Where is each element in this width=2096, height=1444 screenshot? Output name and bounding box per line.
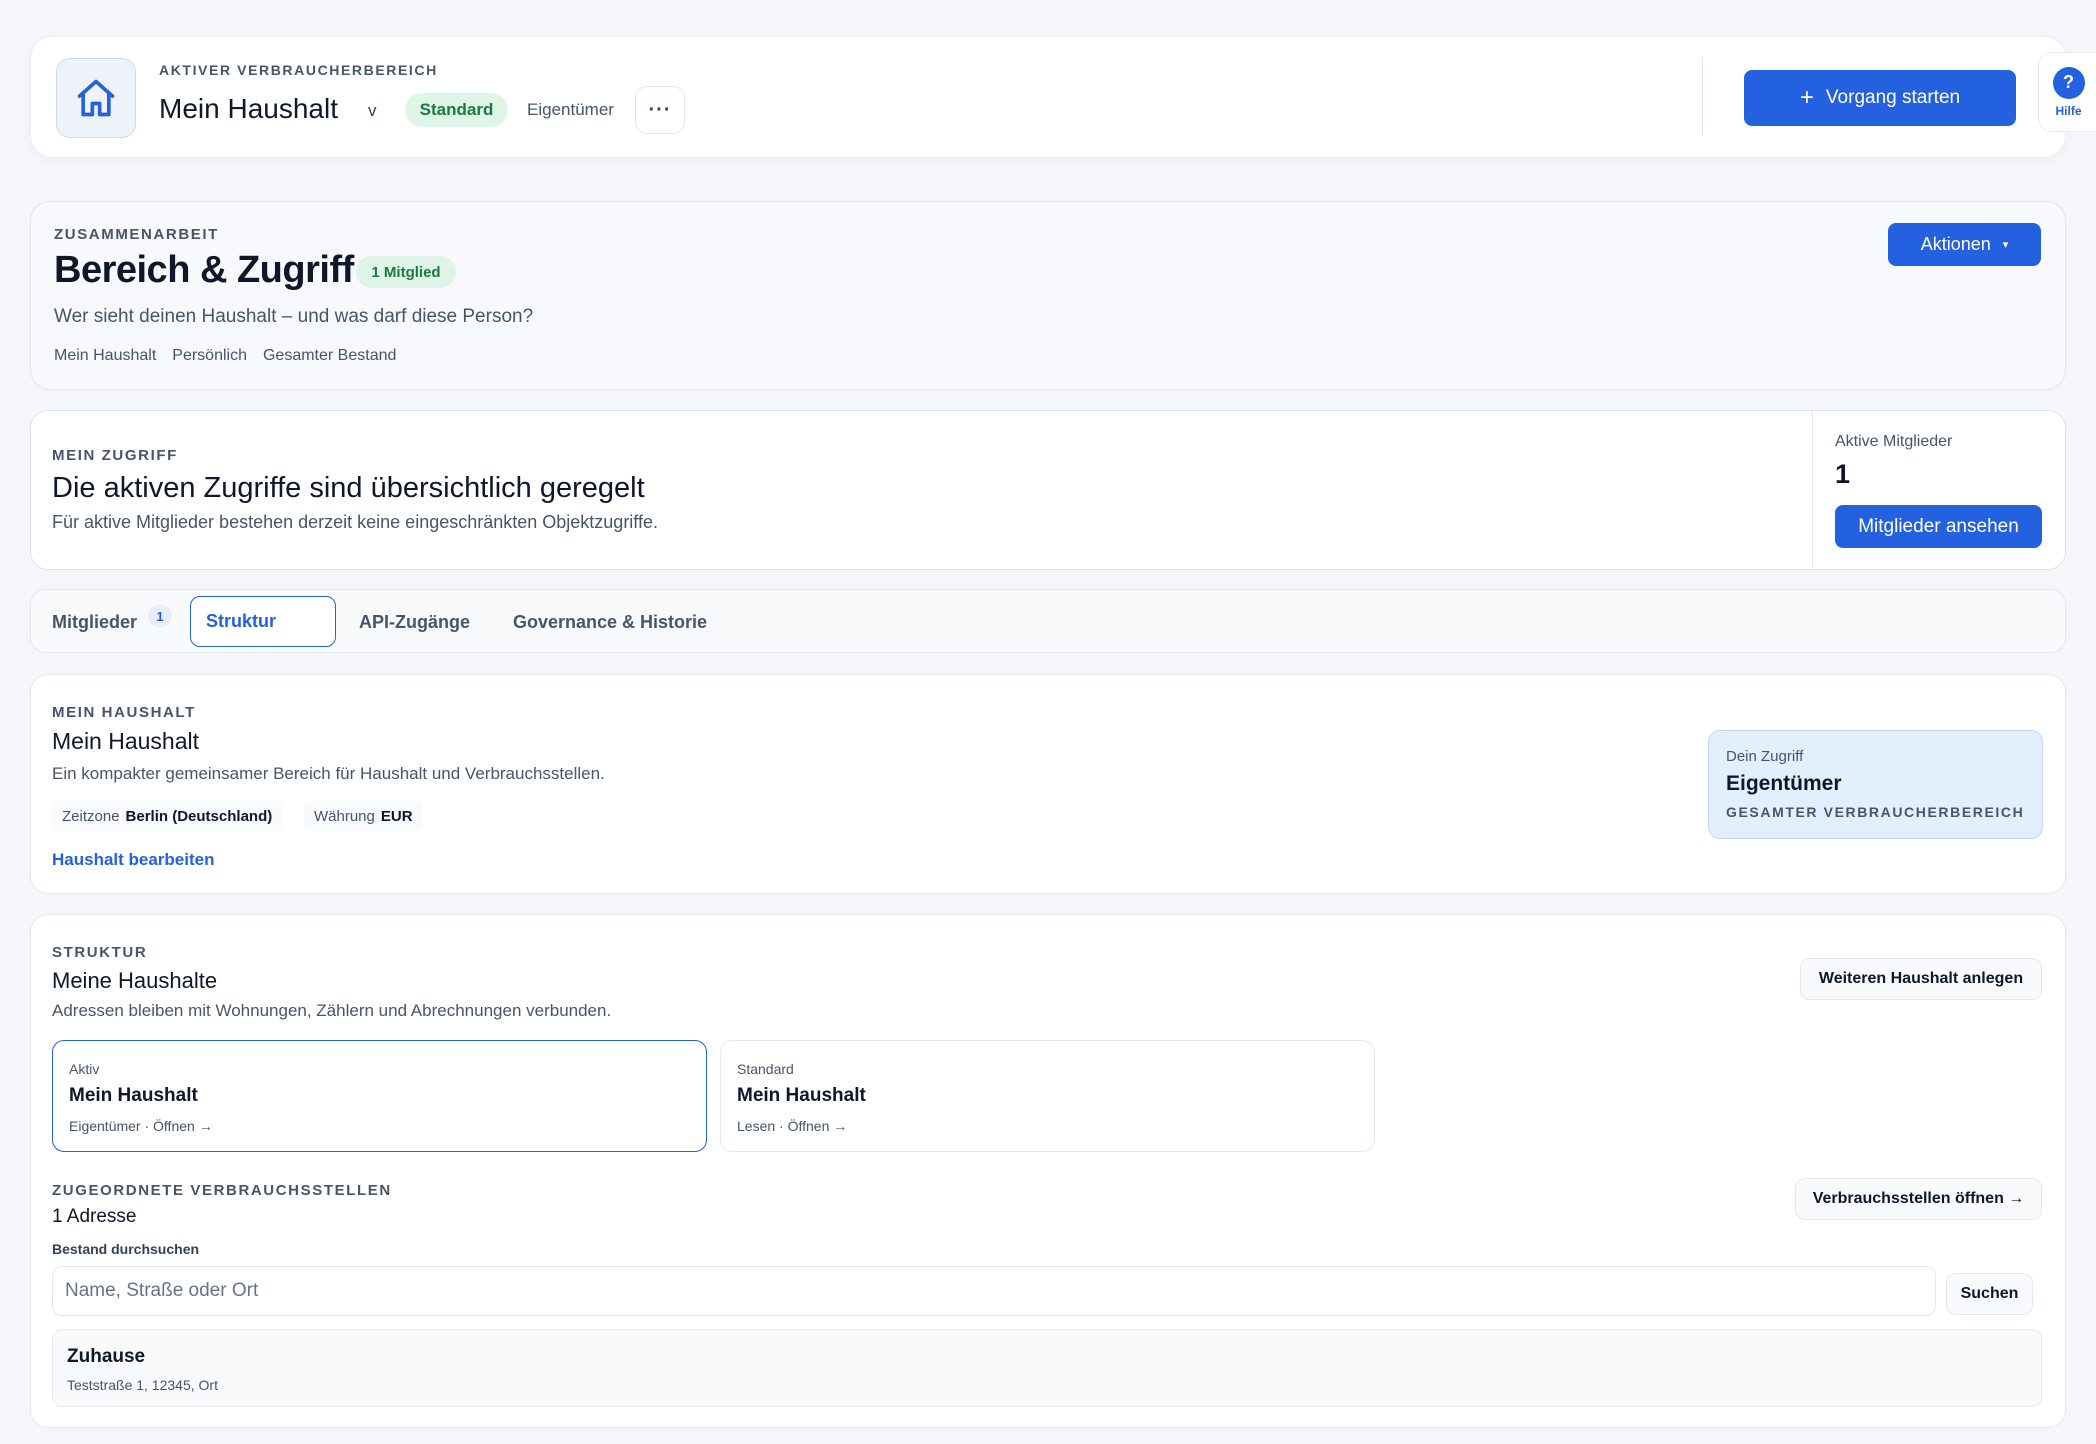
active-members-label: Aktive Mitglieder <box>1835 433 1953 450</box>
my-access-title: Die aktiven Zugriffe sind übersichtlich … <box>52 472 645 504</box>
help-button[interactable]: ? Hilfe <box>2038 52 2096 132</box>
points-eyebrow: ZUGEORDNETE VERBRAUCHSSTELLEN <box>52 1182 392 1199</box>
collaboration-eyebrow: ZUSAMMENARBEIT <box>54 226 219 243</box>
default-badge: Standard <box>405 93 508 127</box>
search-input[interactable] <box>52 1266 1936 1316</box>
members-count-badge: 1 <box>148 604 172 628</box>
role-label: Eigentümer <box>527 100 614 119</box>
access-tile-role: Eigentümer <box>1726 772 1842 795</box>
actions-button[interactable]: Aktionen ▾ <box>1888 223 2041 266</box>
my-access-eyebrow: MEIN ZUGRIFF <box>52 447 178 464</box>
search-button[interactable]: Suchen <box>1946 1273 2033 1315</box>
workspace-name[interactable]: Mein Haushalt <box>159 93 338 125</box>
access-tile-scope: GESAMTER VERBRAUCHERBEREICH <box>1726 804 2025 820</box>
header-divider <box>1702 58 1703 136</box>
timezone-chip: Zeitzone Berlin (Deutschland) <box>52 801 283 831</box>
currency-value: EUR <box>380 807 413 825</box>
start-process-label: Vorgang starten <box>1825 87 1961 108</box>
more-icon: ··· <box>648 98 672 121</box>
breadcrumb: Mein Haushalt Persönlich Gesamter Bestan… <box>54 347 396 365</box>
breadcrumb-personal[interactable]: Persönlich <box>172 347 247 365</box>
search-label: Bestand durchsuchen <box>52 1241 200 1257</box>
household-card-default[interactable]: Standard Mein Haushalt Lesen · Öffnen → <box>720 1040 1375 1152</box>
workspace-eyebrow: AKTIVER VERBRAUCHERBEREICH <box>159 62 438 78</box>
household-description: Ein kompakter gemeinsamer Bereich für Ha… <box>52 764 605 783</box>
caret-down-icon: ▾ <box>2002 239 2009 251</box>
points-count: 1 Adresse <box>52 1206 137 1227</box>
tab-api-access[interactable]: API-Zugänge <box>359 605 470 639</box>
open-points-button[interactable]: Verbrauchsstellen öffnen → <box>1795 1178 2042 1220</box>
timezone-value: Berlin (Deutschland) <box>125 807 273 825</box>
tab-structure-label: Struktur <box>206 611 277 631</box>
help-icon: ? <box>2052 66 2085 99</box>
tab-api-label: API-Zugänge <box>359 611 470 632</box>
household-card-tag: Standard <box>737 1061 794 1077</box>
currency-label: Währung <box>314 807 375 825</box>
tab-governance[interactable]: Governance & Historie <box>513 605 707 639</box>
active-members-count: 1 <box>1835 459 1851 489</box>
household-eyebrow: MEIN HAUSHALT <box>52 704 196 721</box>
address-name: Zuhause <box>67 1346 146 1367</box>
view-members-button[interactable]: Mitglieder ansehen <box>1835 505 2042 548</box>
more-options-button[interactable]: ··· <box>635 86 685 134</box>
tab-structure[interactable]: Struktur <box>190 596 336 647</box>
household-card-tag: Aktiv <box>69 1061 100 1077</box>
actions-label: Aktionen <box>1920 234 1991 254</box>
structure-eyebrow: STRUKTUR <box>52 944 148 961</box>
access-tile-label: Dein Zugriff <box>1726 748 1804 765</box>
page-title: Bereich & Zugriff <box>54 249 354 291</box>
edit-household-link[interactable]: Haushalt bearbeiten <box>52 850 215 870</box>
currency-chip: Währung EUR <box>304 801 423 831</box>
tab-governance-label: Governance & Historie <box>513 611 708 632</box>
household-title: Mein Haushalt <box>52 728 200 754</box>
household-card-name: Mein Haushalt <box>69 1085 198 1106</box>
household-card-meta: Eigentümer · Öffnen → <box>69 1118 213 1134</box>
help-label: Hilfe <box>2055 103 2082 118</box>
home-icon-tile <box>56 58 136 138</box>
home-icon <box>77 79 115 117</box>
my-access-text: Für aktive Mitglieder bestehen derzeit k… <box>52 512 658 532</box>
page-subtitle: Wer sieht deinen Haushalt – und was darf… <box>54 306 534 327</box>
structure-title: Meine Haushalte <box>52 968 218 993</box>
household-card-active[interactable]: Aktiv Mein Haushalt Eigentümer · Öffnen … <box>52 1040 707 1152</box>
member-count-badge: 1 Mitglied <box>356 256 456 288</box>
breadcrumb-household[interactable]: Mein Haushalt <box>54 347 156 365</box>
household-card-meta: Lesen · Öffnen → <box>737 1118 848 1134</box>
add-household-button[interactable]: Weiteren Haushalt anlegen <box>1800 958 2042 1000</box>
household-card-name: Mein Haushalt <box>737 1085 866 1106</box>
plus-icon: + <box>1799 84 1814 111</box>
address-line: Teststraße 1, 12345, Ort <box>67 1377 218 1393</box>
tab-members[interactable]: Mitglieder <box>52 605 137 639</box>
access-divider <box>1812 411 1813 569</box>
breadcrumb-inventory[interactable]: Gesamter Bestand <box>263 347 396 365</box>
address-list-item[interactable]: Zuhause Teststraße 1, 12345, Ort <box>52 1329 2042 1407</box>
chevron-down-icon[interactable]: v <box>368 101 377 121</box>
start-process-button[interactable]: + Vorgang starten <box>1744 70 2016 126</box>
tab-members-label: Mitglieder <box>52 611 138 632</box>
structure-description: Adressen bleiben mit Wohnungen, Zählern … <box>52 1001 612 1020</box>
timezone-label: Zeitzone <box>62 807 120 825</box>
